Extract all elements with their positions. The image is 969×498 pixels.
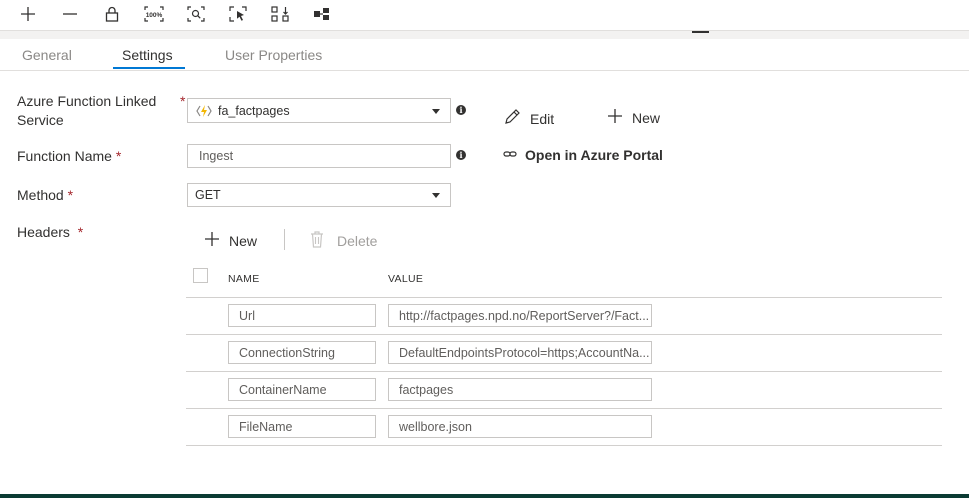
link-icon — [503, 147, 517, 163]
layout-icon[interactable] — [310, 3, 334, 25]
bottom-border — [0, 494, 969, 498]
column-header-value: VALUE — [388, 273, 424, 285]
edit-button-label: Edit — [530, 110, 555, 127]
active-tab-indicator — [113, 67, 185, 69]
headers-label: Headers * — [17, 224, 84, 240]
pencil-icon — [503, 108, 521, 129]
chevron-down-icon — [432, 108, 440, 114]
linked-service-required-marker: * — [180, 93, 186, 109]
tab-general[interactable]: General — [22, 47, 72, 63]
toolbar-divider — [0, 30, 969, 39]
trash-icon — [310, 231, 324, 251]
zoom-fit-icon[interactable] — [184, 3, 208, 25]
resize-handle[interactable] — [692, 31, 709, 33]
method-label: Method * — [17, 187, 74, 203]
linked-service-label: Azure Function Linked Service — [17, 93, 157, 128]
new-button-label: New — [632, 109, 661, 126]
add-header-label: New — [229, 232, 258, 249]
toolbar-separator — [284, 229, 285, 250]
method-value: GET — [195, 188, 221, 202]
function-name-input[interactable]: Ingest — [187, 144, 451, 168]
info-icon[interactable]: i — [456, 105, 466, 115]
table-row-divider — [186, 334, 942, 335]
add-header-button[interactable]: New — [204, 231, 257, 250]
minus-icon[interactable] — [58, 3, 82, 25]
open-azure-portal-link[interactable]: Open in Azure Portal — [503, 147, 663, 163]
header-value-input[interactable]: factpages — [388, 378, 652, 401]
header-value-input[interactable]: http://factpages.npd.no/ReportServer?/Fa… — [388, 304, 652, 327]
chevron-down-icon — [432, 193, 440, 198]
header-name-input[interactable]: Url — [228, 304, 376, 327]
new-linked-service-button[interactable]: New — [607, 108, 660, 127]
table-divider — [186, 297, 942, 298]
function-app-icon — [196, 104, 212, 118]
lock-icon[interactable] — [100, 3, 124, 25]
open-azure-portal-label: Open in Azure Portal — [525, 147, 663, 163]
method-dropdown[interactable]: GET — [187, 183, 451, 207]
tab-settings[interactable]: Settings — [122, 47, 173, 63]
delete-header-label: Delete — [337, 233, 378, 249]
function-name-value: Ingest — [199, 149, 234, 163]
delete-header-button[interactable]: Delete — [310, 231, 377, 251]
tab-user-properties[interactable]: User Properties — [225, 47, 322, 63]
header-name-input[interactable]: ConnectionString — [228, 341, 376, 364]
table-row-divider — [186, 371, 942, 372]
column-header-name: NAME — [228, 273, 260, 285]
header-value-input[interactable]: wellbore.json — [388, 415, 652, 438]
info-icon[interactable]: i — [456, 150, 466, 160]
add-icon[interactable] — [16, 3, 40, 25]
toolbar: 100% — [0, 0, 969, 30]
function-name-label: Function Name * — [17, 148, 122, 164]
header-name-input[interactable]: FileName — [228, 415, 376, 438]
add-icon — [607, 108, 623, 127]
tabs-divider — [0, 70, 969, 71]
header-name-input[interactable]: ContainerName — [228, 378, 376, 401]
edit-button[interactable]: Edit — [503, 108, 554, 129]
zoom-100-label: 100% — [146, 12, 163, 19]
linked-service-dropdown[interactable]: fa_factpages — [187, 98, 451, 123]
auto-align-icon[interactable] — [268, 3, 292, 25]
table-row-divider — [186, 408, 942, 409]
zoom-100-icon[interactable]: 100% — [142, 3, 166, 25]
add-icon — [204, 231, 220, 250]
select-icon[interactable] — [226, 3, 250, 25]
table-row-divider — [186, 445, 942, 446]
header-value-input[interactable]: DefaultEndpointsProtocol=https;AccountNa… — [388, 341, 652, 364]
linked-service-value: fa_factpages — [218, 103, 290, 118]
select-all-checkbox[interactable] — [193, 268, 208, 283]
